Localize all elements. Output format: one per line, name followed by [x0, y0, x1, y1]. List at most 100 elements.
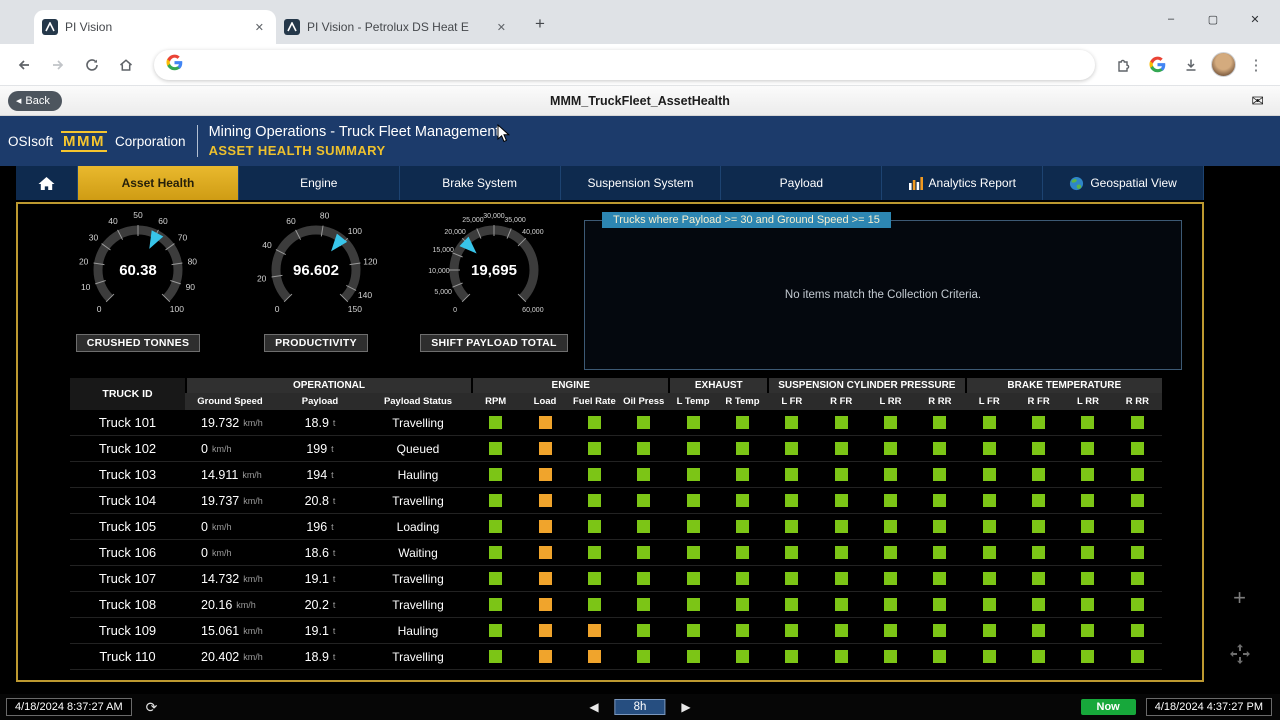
pv-back-button[interactable]: ◀ Back	[8, 91, 62, 111]
browser-tab-2[interactable]: PI Vision - Petrolux DS Heat E ✕	[276, 10, 518, 44]
status-indicator	[588, 494, 601, 507]
svg-text:96.602: 96.602	[293, 262, 339, 279]
speed-unit: km/h	[212, 548, 232, 558]
gauge-crushed-tonnes: 010203040506070809010060.38CRUSHED TONNE…	[54, 208, 222, 352]
column-header-truck-id: TRUCK ID	[70, 378, 185, 410]
svg-text:60,000: 60,000	[522, 307, 544, 314]
dashboard-canvas: 010203040506070809010060.38CRUSHED TONNE…	[16, 202, 1204, 682]
tab-analytics-report[interactable]: Analytics Report	[882, 166, 1043, 200]
home-tab[interactable]	[16, 166, 78, 200]
payload-unit: t	[333, 418, 336, 428]
minimize-button[interactable]: –	[1150, 6, 1192, 32]
tab-engine[interactable]: Engine	[239, 166, 400, 200]
status-indicator	[1081, 520, 1094, 533]
indicator-cell	[817, 618, 866, 644]
status-indicator	[785, 468, 798, 481]
browser-tab-1[interactable]: PI Vision ✕	[34, 10, 276, 44]
brand-block: OSIsoft MMM Corporation	[8, 131, 186, 152]
status-indicator	[539, 624, 552, 637]
close-button[interactable]: ✕	[1234, 6, 1276, 32]
download-icon[interactable]	[1177, 51, 1205, 79]
globe-icon	[1069, 176, 1084, 191]
indicator-cell	[570, 566, 619, 592]
payload-status-cell: Loading	[365, 514, 471, 540]
tab-geospatial-view[interactable]: Geospatial View	[1043, 166, 1204, 200]
status-indicator	[637, 572, 650, 585]
svg-text:0: 0	[97, 304, 102, 314]
status-indicator	[539, 650, 552, 663]
new-tab-button[interactable]: +	[526, 10, 554, 38]
tab-suspension-system[interactable]: Suspension System	[561, 166, 722, 200]
mail-icon[interactable]: ✉	[1251, 92, 1264, 110]
indicator-cell	[817, 566, 866, 592]
now-button[interactable]: Now	[1081, 699, 1136, 715]
status-indicator	[588, 442, 601, 455]
indicator-cell	[471, 644, 520, 670]
speed-unit: km/h	[212, 444, 232, 454]
indicator-cell	[866, 592, 915, 618]
status-indicator	[835, 442, 848, 455]
indicator-cell	[767, 644, 816, 670]
speed-value: 15.061	[201, 624, 239, 638]
svg-text:30,000: 30,000	[483, 213, 505, 220]
indicator-cell	[520, 540, 569, 566]
indicator-cell	[1113, 540, 1162, 566]
indicator-cell	[965, 436, 1014, 462]
indicator-cell	[965, 566, 1014, 592]
tab-close-icon[interactable]: ✕	[493, 19, 510, 36]
gauge-title: PRODUCTIVITY	[264, 334, 368, 352]
ground-speed-cell: 14.732km/h	[185, 566, 275, 592]
browser-menu-icon[interactable]: ⋮	[1242, 51, 1270, 79]
indicator-cell	[915, 618, 964, 644]
status-indicator	[933, 442, 946, 455]
ground-speed-cell: 15.061km/h	[185, 618, 275, 644]
status-indicator	[539, 520, 552, 533]
status-indicator	[884, 416, 897, 429]
start-time[interactable]: 4/18/2024 8:37:27 AM	[6, 698, 132, 716]
time-range-button[interactable]: 8h	[615, 699, 666, 715]
status-indicator	[983, 416, 996, 429]
status-indicator	[1081, 650, 1094, 663]
tab-close-icon[interactable]: ✕	[251, 19, 268, 36]
payload-unit: t	[333, 574, 336, 584]
speed-unit: km/h	[242, 470, 262, 480]
pan-icon[interactable]	[1230, 644, 1250, 669]
refresh-icon[interactable]: ⟳	[146, 699, 158, 716]
back-icon[interactable]	[10, 51, 38, 79]
indicator-cell	[767, 566, 816, 592]
google-account-icon[interactable]	[1143, 51, 1171, 79]
column-header-ground-speed: Ground Speed	[185, 393, 275, 410]
status-indicator	[489, 468, 502, 481]
forward-icon[interactable]	[44, 51, 72, 79]
end-time[interactable]: 4/18/2024 4:37:27 PM	[1146, 698, 1272, 716]
ground-speed-cell: 14.911km/h	[185, 462, 275, 488]
status-indicator	[687, 442, 700, 455]
status-indicator	[489, 546, 502, 559]
status-indicator	[736, 442, 749, 455]
status-indicator	[687, 468, 700, 481]
truck-id-cell: Truck 106	[70, 540, 185, 566]
reload-icon[interactable]	[78, 51, 106, 79]
step-back-icon[interactable]: ◀	[589, 700, 598, 714]
tab-asset-health[interactable]: Asset Health	[78, 166, 239, 200]
svg-text:100: 100	[170, 304, 184, 314]
column-header-rpm: RPM	[471, 393, 520, 410]
address-bar[interactable]	[154, 50, 1095, 80]
maximize-button[interactable]: ▢	[1192, 6, 1234, 32]
status-indicator	[637, 416, 650, 429]
indicator-cell	[718, 540, 767, 566]
profile-avatar[interactable]	[1211, 52, 1236, 77]
step-forward-icon[interactable]: ▶	[681, 700, 690, 714]
status-indicator	[785, 624, 798, 637]
tab-brake-system[interactable]: Brake System	[400, 166, 561, 200]
status-indicator	[1081, 442, 1094, 455]
extensions-puzzle-icon[interactable]	[1109, 51, 1137, 79]
truck-id-cell: Truck 110	[70, 644, 185, 670]
payload-cell: 19.1t	[275, 566, 365, 592]
zoom-plus-icon[interactable]: +	[1233, 588, 1246, 608]
column-group-engine: ENGINE	[471, 378, 668, 393]
home-icon[interactable]	[112, 51, 140, 79]
back-triangle-icon: ◀	[16, 97, 21, 105]
indicator-cell	[1014, 618, 1063, 644]
tab-payload[interactable]: Payload	[721, 166, 882, 200]
